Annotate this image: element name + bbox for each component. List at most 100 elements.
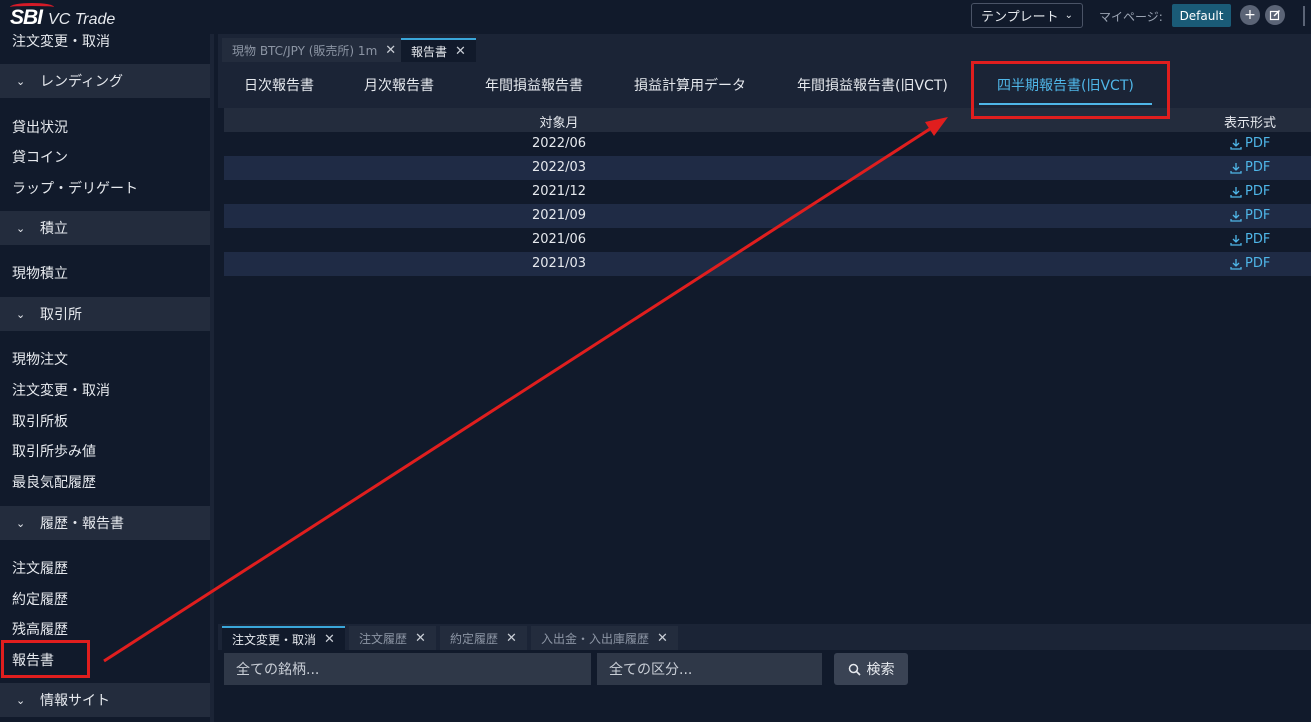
table-row: 2021/03 PDF <box>224 252 1311 276</box>
template-label: テンプレート <box>980 10 1059 25</box>
plus-icon[interactable]: + <box>1240 5 1260 25</box>
close-icon[interactable]: ✕ <box>506 631 517 646</box>
tab-pl-calc-data[interactable]: 損益計算用データ <box>634 62 746 108</box>
sidebar-item-execution-history[interactable]: 約定履歴 <box>12 589 68 609</box>
sidebar-item-order-history[interactable]: 注文履歴 <box>12 558 68 578</box>
table-row: 2021/06 PDF <box>224 228 1311 252</box>
chevron-down-icon: ⌄ <box>16 307 26 321</box>
table-row: 2022/06 PDF <box>224 132 1311 156</box>
chevron-down-icon: ⌄ <box>1064 10 1073 21</box>
bottom-tab-execution-history[interactable]: 約定履歴 ✕ <box>440 626 527 650</box>
sidebar-section-lending[interactable]: ⌄ レンディング <box>0 64 212 98</box>
column-header-format: 表示形式 <box>1223 116 1276 131</box>
annotation-box-quarterly-tab <box>971 61 1170 119</box>
reports-panel: 現物 BTC/JPY (販売所) 1m ✕ 報告書 ✕ 日次報告書 月次報告書 … <box>218 34 1311 616</box>
logo-vc-trade: VC Trade <box>48 11 116 28</box>
sidebar-item-lending-status[interactable]: 貸出状況 <box>12 117 68 137</box>
sidebar-section-label: 履歴・報告書 <box>40 516 124 532</box>
pdf-download-link[interactable]: PDF <box>1230 208 1270 223</box>
close-icon[interactable]: ✕ <box>385 43 396 58</box>
sbi-vc-trade-logo[interactable]: SBI VC Trade <box>10 3 116 30</box>
row-month: 2022/03 <box>531 160 586 175</box>
window-tab-label: 現物 BTC/JPY (販売所) 1m <box>232 43 378 58</box>
sidebar-item-trade-history-tape[interactable]: 取引所歩み値 <box>12 441 96 461</box>
pdf-download-link[interactable]: PDF <box>1230 232 1270 247</box>
mypage-label: マイページ: <box>1099 10 1163 24</box>
row-month: 2021/06 <box>531 232 586 247</box>
bottom-tab-bar: 注文変更・取消 ✕ 注文履歴 ✕ 約定履歴 ✕ 入出金・入出庫履歴 ✕ <box>218 624 1311 650</box>
close-icon[interactable]: ✕ <box>415 631 426 646</box>
download-icon <box>1230 234 1242 246</box>
sidebar: 注文変更・取消 ⌄ レンディング 貸出状況 貸コイン ラップ・デリゲート ⌄ 積… <box>0 34 212 722</box>
tab-annual-pl-report-old[interactable]: 年間損益報告書(旧VCT) <box>797 62 948 108</box>
chevron-down-icon: ⌄ <box>16 221 26 235</box>
row-month: 2021/03 <box>531 256 586 271</box>
close-icon[interactable]: ✕ <box>324 632 335 647</box>
logo-swoosh <box>10 3 54 11</box>
topbar-divider <box>1303 6 1305 26</box>
row-month: 2021/09 <box>531 208 586 223</box>
symbol-select[interactable]: 全ての銘柄... <box>224 653 591 685</box>
row-month: 2021/12 <box>531 184 586 199</box>
window-tab-btc-chart[interactable]: 現物 BTC/JPY (販売所) 1m ✕ <box>222 38 407 62</box>
column-header-month: 対象月 <box>539 116 579 131</box>
bottom-tab-deposit-withdraw-history[interactable]: 入出金・入出庫履歴 ✕ <box>531 626 678 650</box>
sidebar-section-info-site[interactable]: ⌄ 情報サイト <box>0 683 212 717</box>
close-icon[interactable]: ✕ <box>657 631 668 646</box>
search-icon <box>848 663 861 676</box>
pdf-label: PDF <box>1245 184 1271 199</box>
pdf-label: PDF <box>1245 208 1271 223</box>
sidebar-item-order-book[interactable]: 取引所板 <box>12 411 68 431</box>
sidebar-item-order-change-top[interactable]: 注文変更・取消 <box>12 34 110 51</box>
sidebar-item-order-change[interactable]: 注文変更・取消 <box>12 380 110 400</box>
edit-icon[interactable] <box>1265 5 1285 25</box>
sidebar-item-lend-coin[interactable]: 貸コイン <box>12 147 68 167</box>
category-select[interactable]: 全ての区分... <box>597 653 822 685</box>
download-icon <box>1230 186 1242 198</box>
tab-annual-pl-report[interactable]: 年間損益報告書 <box>485 62 583 108</box>
order-panel: 注文変更・取消 ✕ 注文履歴 ✕ 約定履歴 ✕ 入出金・入出庫履歴 ✕ 全ての銘… <box>218 622 1311 722</box>
sidebar-section-savings[interactable]: ⌄ 積立 <box>0 211 212 245</box>
tab-daily-report[interactable]: 日次報告書 <box>244 62 314 108</box>
pdf-label: PDF <box>1245 256 1271 271</box>
pdf-label: PDF <box>1245 136 1271 151</box>
window-tab-reports[interactable]: 報告書 ✕ <box>401 38 476 62</box>
bottom-tab-label: 注文履歴 <box>359 631 408 646</box>
pdf-label: PDF <box>1245 160 1271 175</box>
sidebar-section-label: 情報サイト <box>40 693 110 709</box>
tab-monthly-report[interactable]: 月次報告書 <box>364 62 434 108</box>
annotation-box-reports-menu <box>1 640 90 678</box>
bottom-tab-label: 入出金・入出庫履歴 <box>541 631 650 646</box>
pdf-label: PDF <box>1245 232 1271 247</box>
template-dropdown[interactable]: テンプレート ⌄ <box>971 3 1083 28</box>
sidebar-section-label: 取引所 <box>40 307 82 323</box>
sidebar-section-label: 積立 <box>40 221 68 237</box>
close-icon[interactable]: ✕ <box>455 44 466 59</box>
pdf-download-link[interactable]: PDF <box>1230 160 1270 175</box>
pdf-download-link[interactable]: PDF <box>1230 184 1270 199</box>
download-icon <box>1230 258 1242 270</box>
sidebar-item-wrap-delegate[interactable]: ラップ・デリゲート <box>12 178 138 198</box>
chevron-down-icon: ⌄ <box>16 74 26 88</box>
pdf-download-link[interactable]: PDF <box>1230 256 1270 271</box>
sidebar-section-history-reports[interactable]: ⌄ 履歴・報告書 <box>0 506 212 540</box>
bottom-tab-order-change[interactable]: 注文変更・取消 ✕ <box>222 626 345 650</box>
default-layout-button[interactable]: Default <box>1172 4 1231 27</box>
sidebar-item-balance-history[interactable]: 残高履歴 <box>12 619 68 639</box>
download-icon <box>1230 162 1242 174</box>
pdf-download-link[interactable]: PDF <box>1230 136 1270 151</box>
bottom-tab-label: 約定履歴 <box>450 631 499 646</box>
sidebar-item-spot-savings[interactable]: 現物積立 <box>12 263 68 283</box>
download-icon <box>1230 138 1242 150</box>
chevron-down-icon: ⌄ <box>16 516 26 530</box>
sidebar-item-spot-order[interactable]: 現物注文 <box>12 349 68 369</box>
sidebar-section-exchange[interactable]: ⌄ 取引所 <box>0 297 212 331</box>
bottom-tab-order-history[interactable]: 注文履歴 ✕ <box>349 626 436 650</box>
sidebar-scrollbar[interactable] <box>210 34 214 722</box>
bottom-tab-label: 注文変更・取消 <box>232 632 317 647</box>
search-button[interactable]: 検索 <box>834 653 908 685</box>
table-row: 2021/09 PDF <box>224 204 1311 228</box>
sidebar-item-best-quote-history[interactable]: 最良気配履歴 <box>12 472 96 492</box>
chevron-down-icon: ⌄ <box>16 693 26 707</box>
window-tab-bar: 現物 BTC/JPY (販売所) 1m ✕ 報告書 ✕ <box>218 34 1311 62</box>
